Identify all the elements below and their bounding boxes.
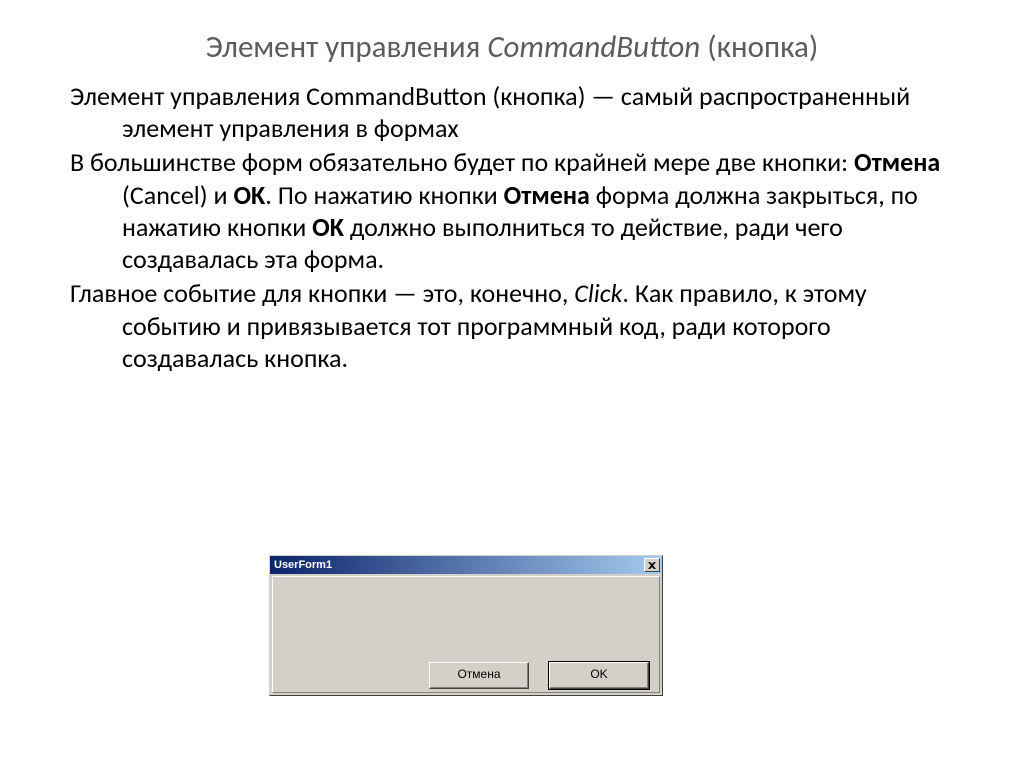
userform-client-area: Отмена OK xyxy=(269,574,663,696)
p2-d: OK xyxy=(233,179,265,211)
p2-c: (Cancel) и xyxy=(122,179,233,211)
title-prefix: Элемент управления xyxy=(206,28,488,66)
close-icon xyxy=(648,562,656,569)
paragraph-2: В большинстве форм обязательно будет по … xyxy=(70,146,954,275)
p3-b: Click xyxy=(574,277,622,309)
userform-titlebar[interactable]: UserForm1 xyxy=(269,555,663,574)
userform-title: UserForm1 xyxy=(274,556,332,575)
paragraph-1: Элемент управления CommandButton (кнопка… xyxy=(70,80,954,144)
close-button[interactable] xyxy=(644,558,660,572)
body-text: Элемент управления CommandButton (кнопка… xyxy=(70,80,954,374)
page-title: Элемент управления CommandButton (кнопка… xyxy=(70,28,954,66)
ok-button[interactable]: OK xyxy=(549,662,649,689)
p3-a: Главное событие для кнопки — это, конечн… xyxy=(70,277,574,309)
userform-window: UserForm1 Отмена OK xyxy=(269,555,663,696)
p2-e: . По нажатию кнопки xyxy=(265,179,503,211)
p2-a: В большинстве форм обязательно будет по … xyxy=(70,146,854,178)
p2-b: Отмена xyxy=(854,146,940,178)
p2-f: Отмена xyxy=(504,179,590,211)
cancel-button[interactable]: Отмена xyxy=(429,662,529,689)
slide: Элемент управления CommandButton (кнопка… xyxy=(0,0,1024,767)
paragraph-3: Главное событие для кнопки — это, конечн… xyxy=(70,277,954,374)
userform-inner: Отмена OK xyxy=(272,576,660,693)
title-italic: CommandButton xyxy=(487,28,700,66)
p2-h: OK xyxy=(312,211,344,243)
title-suffix: (кнопка) xyxy=(700,28,818,66)
